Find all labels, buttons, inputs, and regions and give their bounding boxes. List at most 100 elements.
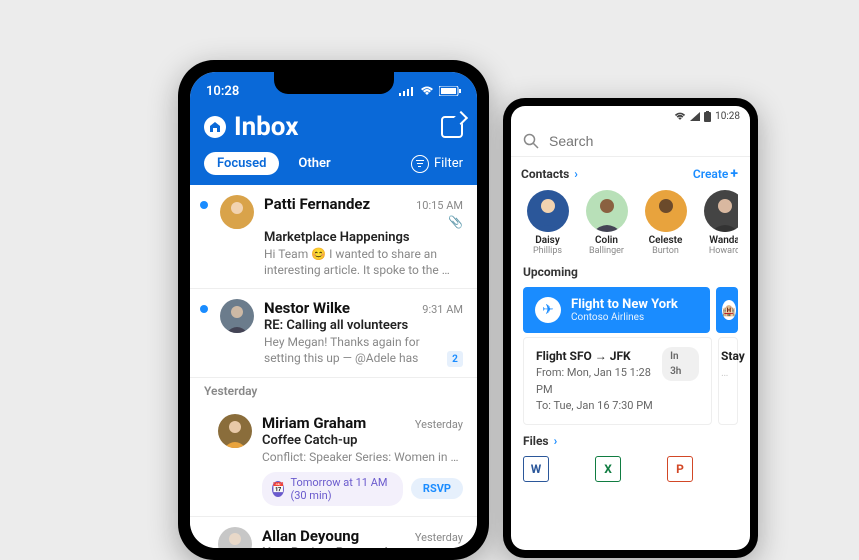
flight-detail-card[interactable]: Flight SFO → JFK From: Mon, Jan 15 1:28 … [523, 337, 712, 425]
avatar [218, 414, 252, 448]
contact-first-name: Daisy [521, 235, 574, 246]
message-sender: Miriam Graham [262, 414, 366, 432]
unread-dot [200, 201, 208, 209]
section-title-files: Files [523, 434, 549, 448]
flight-detail-to: To: Tue, Jan 16 7:30 PM [536, 398, 662, 415]
search-input[interactable] [549, 133, 738, 149]
calendar-icon: 📅 [272, 481, 284, 497]
event-chip[interactable]: 📅 Tomorrow at 11 AM (30 min) [262, 472, 403, 506]
airplane-icon: ✈ [535, 297, 561, 323]
tab-focused[interactable]: Focused [204, 152, 279, 175]
contact-first-name: Celeste [639, 235, 692, 246]
message-subject: Marketplace Happenings [264, 230, 463, 245]
avatar [220, 195, 254, 229]
contact-first-name: Wanda [698, 235, 738, 246]
flight-detail-from: From: Mon, Jan 15 1:28 PM [536, 365, 662, 398]
group-header-yesterday: Yesterday [190, 377, 477, 404]
attachment-icon: 📎 [448, 215, 463, 229]
message-preview: Hey Megan! Thanks again for setting this… [264, 335, 441, 367]
excel-file-icon[interactable]: X [595, 456, 621, 482]
message-item[interactable]: Patti Fernandez 10:15 AM 📎 Marketplace H… [190, 185, 477, 288]
upcoming-section: Upcoming ✈ Flight to New York Contoso Ai… [511, 256, 750, 425]
avatar [527, 190, 569, 232]
event-time: Tomorrow at 11 AM (30 min) [290, 476, 392, 502]
avatar [704, 190, 739, 232]
files-section: Files › W X P [511, 425, 750, 482]
android-status-bar: 10:28 [511, 106, 750, 126]
wifi-icon [674, 112, 686, 121]
inbox-header: Inbox Focused Other Filter [190, 110, 477, 185]
compose-icon[interactable] [441, 116, 463, 138]
thread-count-badge: 2 [447, 351, 463, 367]
message-item[interactable]: Nestor Wilke 9:31 AM RE: Calling all vol… [190, 288, 477, 377]
message-time: 10:15 AM [416, 199, 463, 212]
message-list[interactable]: Patti Fernandez 10:15 AM 📎 Marketplace H… [190, 185, 477, 548]
create-contact-button[interactable]: Create + [693, 166, 738, 182]
avatar [218, 527, 252, 548]
contacts-section: Contacts › Create + Daisy Phillips Colin [511, 157, 750, 256]
battery-icon [439, 86, 461, 96]
rsvp-button[interactable]: RSVP [411, 478, 463, 499]
powerpoint-file-icon[interactable]: P [667, 456, 693, 482]
flight-detail-title: Flight SFO → JFK [536, 347, 662, 365]
message-preview: Hi Team 😊 I wanted to share an interesti… [264, 247, 463, 278]
hotel-icon: 🏨 [722, 300, 736, 320]
contact-last-name: Howard [698, 246, 738, 256]
contact-item[interactable]: Colin Ballinger [580, 190, 633, 256]
avatar [645, 190, 687, 232]
filter-icon [411, 155, 429, 173]
message-sender: Allan Deyoung [262, 527, 359, 545]
iphone-screen: 10:28 Inbox Focused Other Filter [190, 72, 477, 548]
contact-item[interactable]: Celeste Burton [639, 190, 692, 256]
message-sender: Patti Fernandez [264, 195, 370, 213]
battery-icon [704, 111, 711, 122]
message-preview: Conflict: Speaker Series: Women in … [262, 450, 463, 466]
contact-item[interactable]: Daisy Phillips [521, 190, 574, 256]
stay-detail-card[interactable]: Stay … [718, 337, 738, 425]
upcoming-card-flight[interactable]: ✈ Flight to New York Contoso Airlines [523, 287, 710, 333]
android-device: 10:28 Contacts › Create + Daisy [503, 98, 758, 558]
avatar [220, 299, 254, 333]
signal-icon [399, 86, 415, 96]
unread-dot [200, 305, 208, 313]
contact-item[interactable]: Wanda Howard [698, 190, 738, 256]
section-title-upcoming: Upcoming [523, 265, 578, 279]
countdown-badge: In 3h [662, 347, 699, 381]
chevron-right-icon[interactable]: › [574, 167, 578, 181]
message-sender: Nestor Wilke [264, 299, 350, 317]
message-subject: Coffee Catch-up [262, 433, 463, 448]
contact-first-name: Colin [580, 235, 633, 246]
upcoming-card-title: Flight to New York [571, 297, 678, 312]
message-item[interactable]: Miriam Graham Yesterday Coffee Catch-up … [190, 404, 477, 516]
iphone-notch [274, 72, 394, 94]
wifi-icon [420, 86, 434, 96]
avatar [586, 190, 628, 232]
android-clock: 10:28 [715, 111, 740, 122]
contacts-row[interactable]: Daisy Phillips Colin Ballinger Celeste B… [511, 190, 738, 256]
search-icon [523, 133, 539, 149]
section-title-contacts: Contacts [521, 167, 569, 181]
message-subject: New Project Proposal [262, 546, 463, 548]
plus-icon: + [730, 166, 738, 182]
word-file-icon[interactable]: W [523, 456, 549, 482]
contact-last-name: Ballinger [580, 246, 633, 256]
message-item[interactable]: Allan Deyoung Yesterday New Project Prop… [190, 516, 477, 548]
home-icon[interactable] [204, 116, 226, 138]
tab-other[interactable]: Other [285, 152, 343, 175]
iphone-device: 10:28 Inbox Focused Other Filter [178, 60, 489, 560]
filter-button[interactable]: Filter [411, 155, 463, 173]
page-title: Inbox [234, 112, 433, 142]
contact-last-name: Phillips [521, 246, 574, 256]
ios-clock: 10:28 [206, 84, 239, 99]
filter-label: Filter [434, 156, 463, 171]
search-bar[interactable] [511, 126, 750, 157]
contact-last-name: Burton [639, 246, 692, 256]
upcoming-card-stay[interactable]: 🏨 [716, 287, 738, 333]
android-screen: 10:28 Contacts › Create + Daisy [511, 106, 750, 550]
signal-icon [690, 112, 700, 121]
upcoming-card-subtitle: Contoso Airlines [571, 312, 678, 323]
message-time: 9:31 AM [422, 303, 463, 316]
message-time: Yesterday [415, 418, 463, 431]
chevron-right-icon[interactable]: › [554, 434, 558, 448]
stay-detail-title: Stay [721, 347, 745, 365]
